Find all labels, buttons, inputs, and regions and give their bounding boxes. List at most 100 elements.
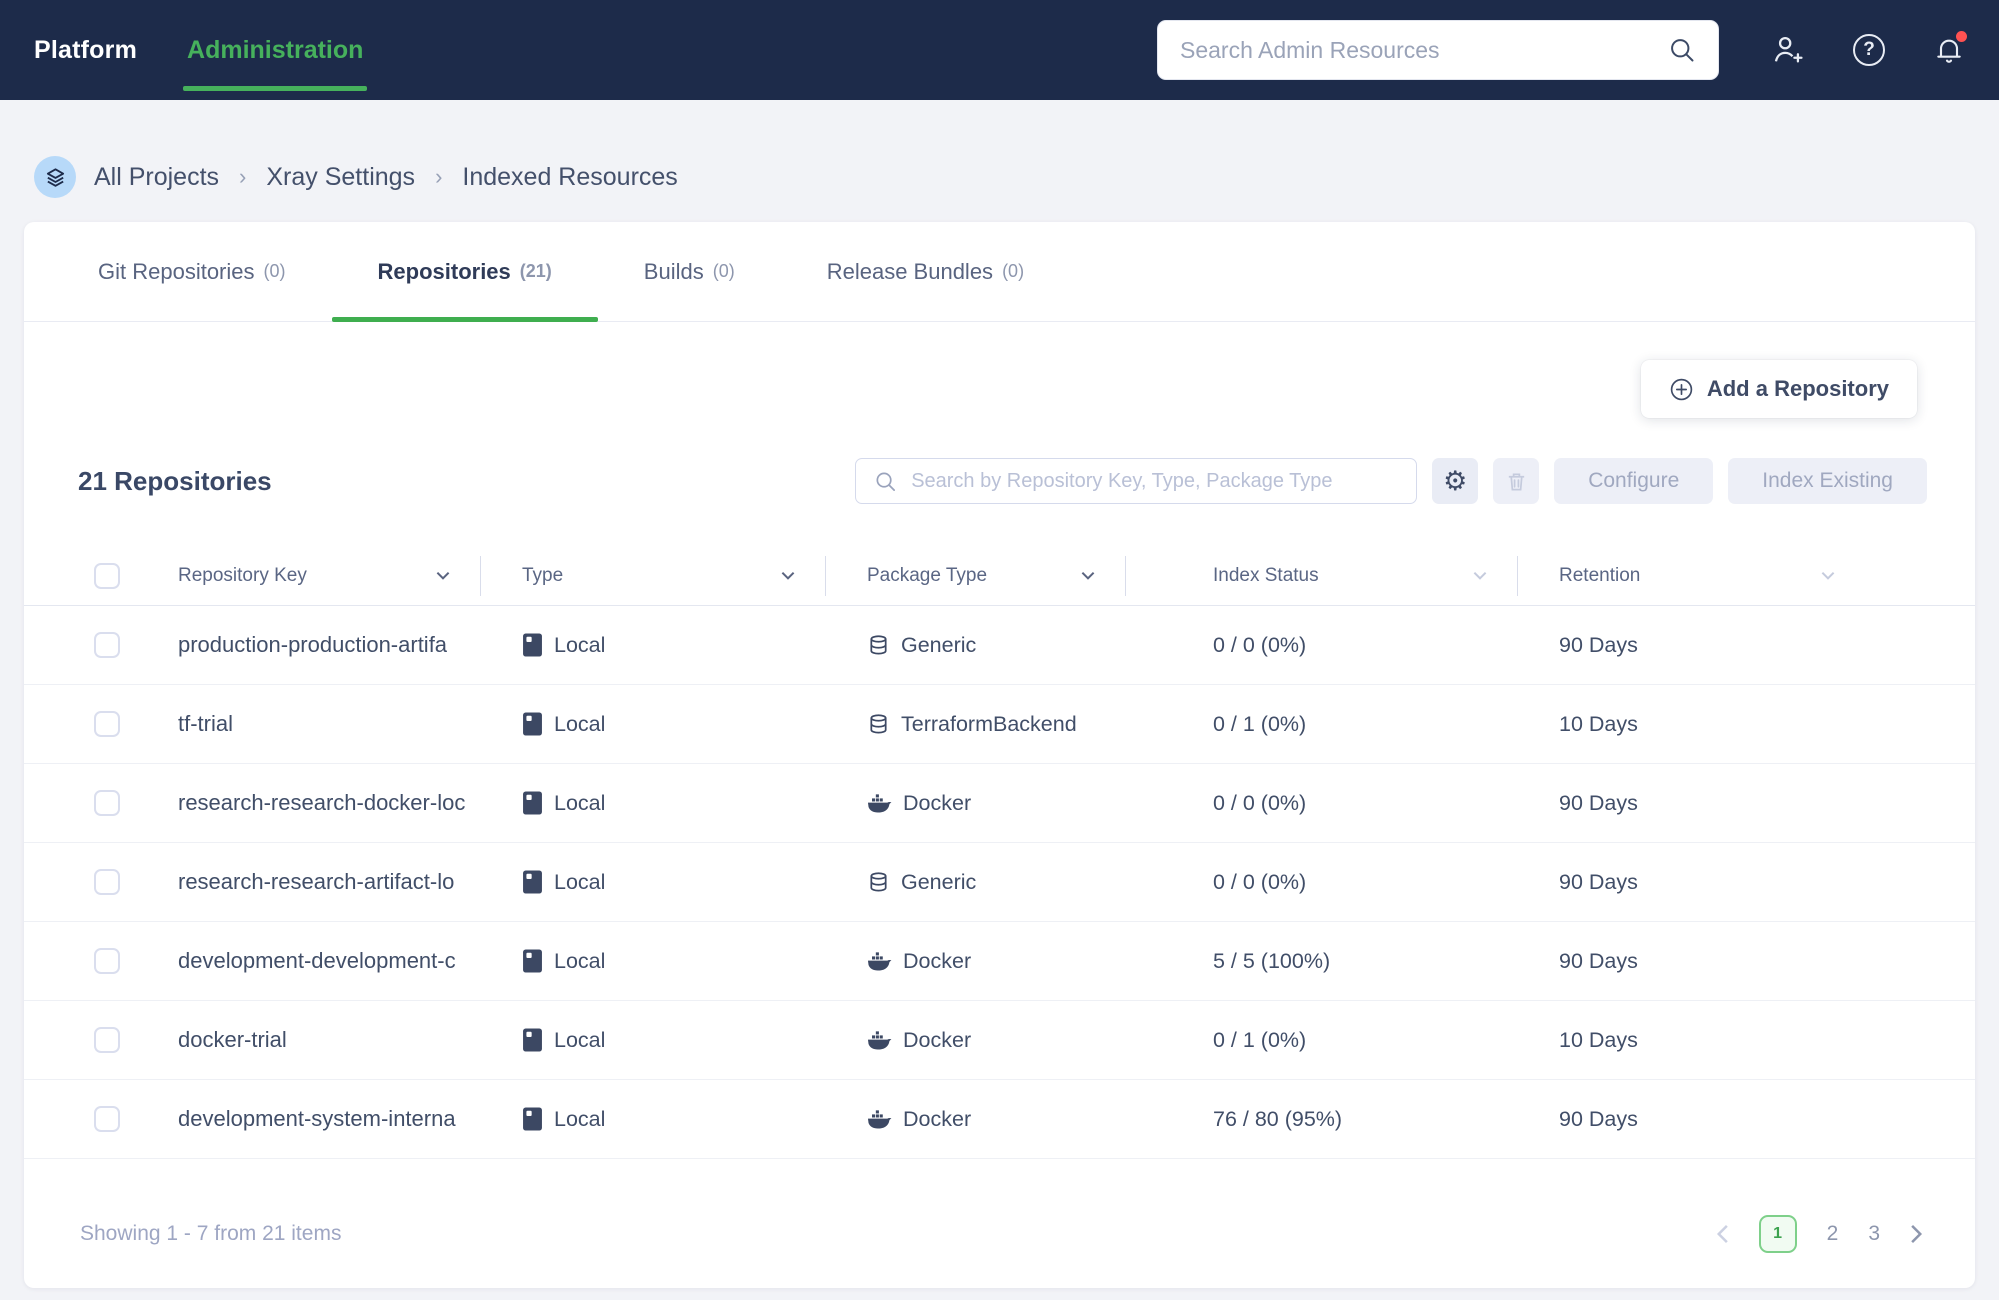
delete-button[interactable] <box>1493 458 1539 504</box>
tab-repositories[interactable]: Repositories (21) <box>332 222 598 321</box>
table-row[interactable]: development-development-c Local <box>24 922 1975 1001</box>
index-existing-button[interactable]: Index Existing <box>1728 458 1927 504</box>
previous-page-icon[interactable] <box>1716 1224 1729 1244</box>
table-row[interactable]: production-production-artifa Local <box>24 606 1975 685</box>
table-row[interactable]: tf-trial Local <box>24 685 1975 764</box>
row-checkbox[interactable] <box>94 869 120 895</box>
help-question-mark: ? <box>1853 34 1885 66</box>
tab-count: (21) <box>520 261 552 282</box>
type-cell: Local <box>480 711 825 737</box>
toolbar-actions: Search by Repository Key, Type, Package … <box>855 458 1927 504</box>
package-type-label: Generic <box>901 633 976 658</box>
tab-label: Release Bundles <box>827 259 993 285</box>
tab-builds[interactable]: Builds (0) <box>598 222 781 321</box>
chevron-down-icon[interactable] <box>1821 571 1835 580</box>
nav-item-administration[interactable]: Administration <box>183 0 367 100</box>
row-checkbox[interactable] <box>94 1027 120 1053</box>
settings-button[interactable]: ⚙ <box>1432 458 1478 504</box>
type-cell: Local <box>480 790 825 816</box>
repositories-count-title: 21 Repositories <box>78 466 272 497</box>
package-type-cell: Docker <box>825 1028 1125 1053</box>
navbar-icon-group: ? <box>1771 33 1965 67</box>
table-row[interactable]: research-research-artifact-lo Local <box>24 843 1975 922</box>
table-row[interactable]: development-system-interna Local <box>24 1080 1975 1159</box>
docker-icon <box>867 951 892 972</box>
indexed-resources-panel: Git Repositories (0) Repositories (21) B… <box>24 222 1975 1288</box>
help-icon[interactable]: ? <box>1853 34 1885 66</box>
tab-label: Repositories <box>378 259 511 285</box>
type-label: Local <box>554 870 605 895</box>
page-button-3[interactable]: 3 <box>1868 1222 1880 1246</box>
local-repository-icon <box>522 869 543 895</box>
tab-git-repositories[interactable]: Git Repositories (0) <box>52 222 332 321</box>
table-row[interactable]: research-research-docker-loc Local <box>24 764 1975 843</box>
chevron-down-icon[interactable] <box>1081 571 1095 580</box>
breadcrumb-all-projects[interactable]: All Projects <box>94 163 219 192</box>
row-checkbox[interactable] <box>94 711 120 737</box>
select-all-checkbox[interactable] <box>94 563 120 589</box>
page-button-1[interactable]: 1 <box>1759 1215 1797 1253</box>
local-repository-icon <box>522 1106 543 1132</box>
row-checkbox[interactable] <box>94 948 120 974</box>
column-header-type[interactable]: Type <box>480 546 825 605</box>
chevron-down-icon[interactable] <box>436 571 450 580</box>
repository-filter-placeholder: Search by Repository Key, Type, Package … <box>911 470 1332 493</box>
retention-cell: 10 Days <box>1517 712 1865 737</box>
repository-key-cell: development-system-interna <box>136 1106 480 1132</box>
resource-tabs: Git Repositories (0) Repositories (21) B… <box>24 222 1975 322</box>
type-cell: Local <box>480 1027 825 1053</box>
pagination: 1 2 3 <box>1716 1215 1923 1253</box>
repository-key-cell: research-research-artifact-lo <box>136 869 480 895</box>
row-checkbox[interactable] <box>94 632 120 658</box>
docker-icon <box>867 1030 892 1051</box>
column-header-index-status[interactable]: Index Status <box>1125 546 1517 605</box>
local-repository-icon <box>522 790 543 816</box>
configure-button[interactable]: Configure <box>1554 458 1713 504</box>
index-status-cell: 0 / 0 (0%) <box>1125 791 1517 816</box>
search-icon <box>1668 36 1696 64</box>
index-status-cell: 5 / 5 (100%) <box>1125 949 1517 974</box>
local-repository-icon <box>522 711 543 737</box>
generic-package-icon <box>867 634 890 657</box>
chevron-down-icon[interactable] <box>781 571 795 580</box>
package-type-label: Docker <box>903 791 971 816</box>
docker-icon <box>867 793 892 814</box>
admin-search-input[interactable]: Search Admin Resources <box>1157 20 1719 80</box>
breadcrumb-separator-icon: › <box>435 164 442 190</box>
column-header-retention[interactable]: Retention <box>1517 546 1865 605</box>
repository-key-cell: development-development-c <box>136 948 480 974</box>
chevron-down-icon[interactable] <box>1473 571 1487 580</box>
admin-search-placeholder: Search Admin Resources <box>1180 37 1668 64</box>
repository-key-cell: production-production-artifa <box>136 632 480 658</box>
table-body: production-production-artifa Local <box>24 606 1975 1159</box>
table-row[interactable]: docker-trial Local <box>24 1001 1975 1080</box>
nav-item-platform[interactable]: Platform <box>34 36 137 65</box>
retention-cell: 90 Days <box>1517 870 1865 895</box>
add-repository-row: Add a Repository <box>24 322 1975 418</box>
projects-layers-icon[interactable] <box>34 156 76 198</box>
type-label: Local <box>554 791 605 816</box>
type-label: Local <box>554 712 605 737</box>
row-checkbox[interactable] <box>94 1106 120 1132</box>
add-repository-button[interactable]: Add a Repository <box>1641 360 1917 418</box>
repository-filter-input[interactable]: Search by Repository Key, Type, Package … <box>855 458 1417 504</box>
page-button-2[interactable]: 2 <box>1827 1222 1839 1246</box>
breadcrumb-indexed-resources: Indexed Resources <box>462 163 677 192</box>
tab-count: (0) <box>713 261 735 282</box>
next-page-icon[interactable] <box>1910 1224 1923 1244</box>
add-user-icon[interactable] <box>1771 33 1805 67</box>
breadcrumb-xray-settings[interactable]: Xray Settings <box>266 163 415 192</box>
type-label: Local <box>554 1107 605 1132</box>
column-header-package-type[interactable]: Package Type <box>825 546 1125 605</box>
column-header-repository-key[interactable]: Repository Key <box>136 546 480 605</box>
tab-release-bundles[interactable]: Release Bundles (0) <box>781 222 1070 321</box>
index-status-cell: 0 / 1 (0%) <box>1125 1028 1517 1053</box>
notifications-bell-icon[interactable] <box>1933 34 1965 66</box>
retention-cell: 10 Days <box>1517 1028 1865 1053</box>
local-repository-icon <box>522 632 543 658</box>
table-footer: Showing 1 - 7 from 21 items 1 2 3 <box>24 1159 1975 1253</box>
repository-key-cell: tf-trial <box>136 711 480 737</box>
column-label: Package Type <box>867 565 987 587</box>
row-checkbox[interactable] <box>94 790 120 816</box>
type-label: Local <box>554 1028 605 1053</box>
